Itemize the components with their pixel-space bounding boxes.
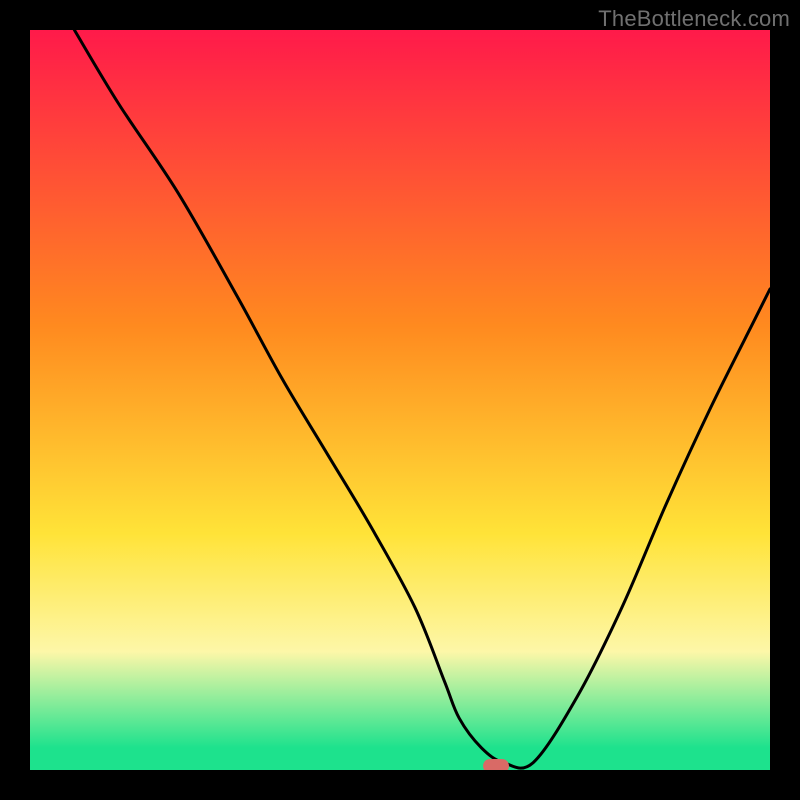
chart-plot-area [30,30,770,770]
optimal-point-marker [483,759,509,770]
bottleneck-curve [30,30,770,770]
watermark-text: TheBottleneck.com [598,6,790,32]
